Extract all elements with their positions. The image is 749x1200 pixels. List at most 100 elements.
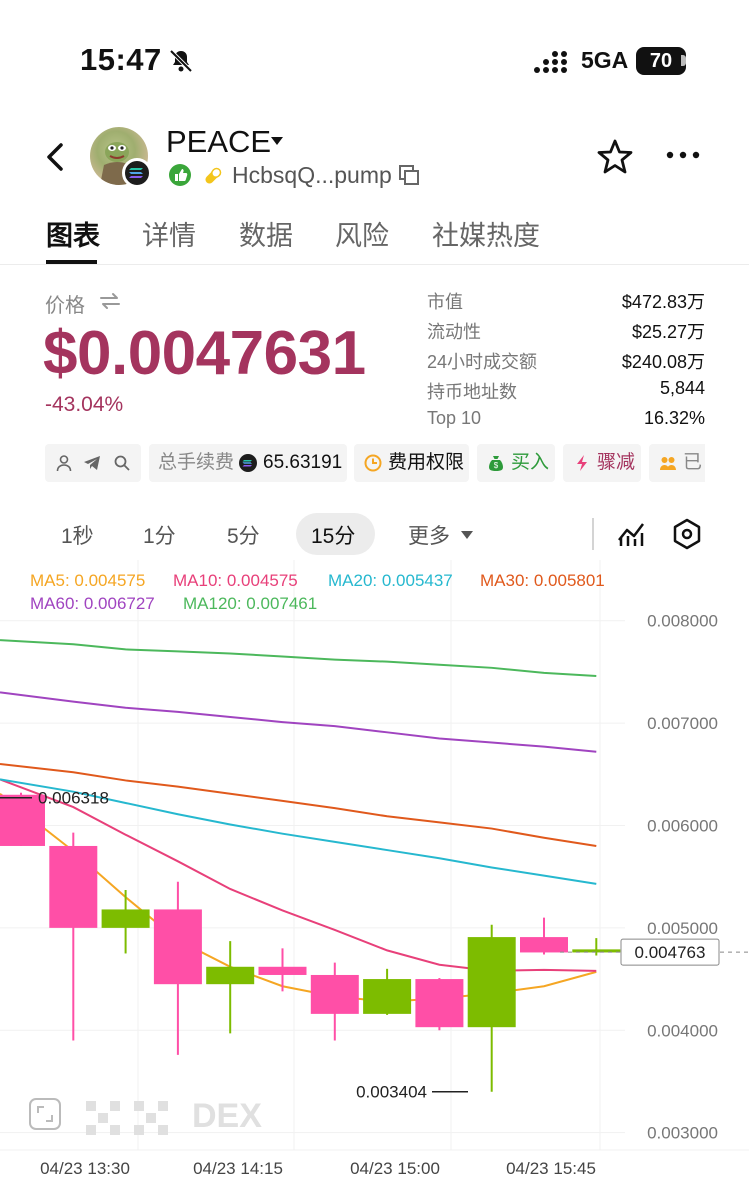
truncated-chip[interactable]: 已 <box>649 444 705 482</box>
fee-rights-chip[interactable]: 费用权限 <box>354 444 469 482</box>
low-annotation: 0.003404 <box>356 1083 427 1102</box>
sell-off-label: 骤减 <box>597 452 636 473</box>
buy-label: 买入 <box>511 452 550 473</box>
x-tick-label: 04/23 15:45 <box>506 1159 596 1178</box>
price-value: $0.0047631 <box>43 319 366 388</box>
tab-social-heat[interactable]: 社媒热度 <box>432 214 540 253</box>
fullscreen-corner <box>37 1106 44 1113</box>
dex-watermark: DEX <box>192 1097 262 1135</box>
y-tick-label: 0.006000 <box>647 816 718 835</box>
active-tab-indicator <box>46 260 97 264</box>
y-tick-label: 0.003000 <box>647 1124 718 1143</box>
candle-body <box>153 909 202 985</box>
user-icon[interactable] <box>55 454 73 472</box>
candle-body <box>467 937 516 1028</box>
interval-1s[interactable]: 1秒 <box>61 520 94 550</box>
social-links-chip[interactable] <box>45 444 141 482</box>
x-tick-label: 04/23 13:30 <box>40 1159 130 1178</box>
candle-body <box>415 979 464 1028</box>
search-icon[interactable] <box>113 454 131 472</box>
interval-5m[interactable]: 5分 <box>227 520 260 550</box>
candle-body <box>49 845 98 928</box>
fee-label: 总手续费 <box>158 452 235 473</box>
y-tick-label: 0.004000 <box>647 1021 718 1040</box>
candle-body <box>258 966 307 975</box>
price-change: -43.04% <box>45 393 124 416</box>
buy-chip[interactable]: $ 买入 <box>477 444 555 482</box>
stat-value: 5,844 <box>659 378 705 398</box>
candle-body <box>101 909 150 928</box>
interval-15m[interactable]: 15分 <box>311 520 355 550</box>
logo-block <box>146 1113 156 1123</box>
solana-chain-icon <box>122 158 152 188</box>
logo-block <box>110 1125 120 1135</box>
ma-line-ma120 <box>0 639 597 678</box>
fee-value: 65.63191 <box>263 452 343 473</box>
stats-panel: 市值 $472.83万 流动性 $25.27万 24小时成交额 $240.08万… <box>427 284 705 434</box>
logo-block <box>98 1113 108 1123</box>
truncated-label: 已 <box>683 452 703 473</box>
candle-body <box>206 966 255 985</box>
verified-thumbs-up-icon <box>169 164 191 186</box>
y-tick-label: 0.005000 <box>647 919 718 938</box>
indicators-icon[interactable] <box>616 518 646 548</box>
battery-cap <box>681 55 686 66</box>
battery-indicator: 70 <box>636 47 686 75</box>
tab-details[interactable]: 详情 <box>142 214 196 253</box>
okx-logo-watermark <box>86 1101 168 1135</box>
fee-rights-label: 费用权限 <box>388 452 465 473</box>
detail-tabs: 图表 详情 数据 风险 社媒热度 <box>0 205 749 265</box>
ma-legend-ma10: MA10: 0.004575 <box>173 571 298 590</box>
ma-line-ma60 <box>0 691 597 753</box>
more-options-icon[interactable] <box>665 148 701 162</box>
status-bar: 15:47 5GA 70 <box>0 0 749 120</box>
stat-row-holders: 持币地址数 5,844 <box>427 374 705 404</box>
action-chips: 总手续费 65.63191 费用权限 $ 买入 骤减 已 <box>45 444 705 482</box>
divider <box>592 518 594 550</box>
stat-value: $25.27万 <box>631 322 705 342</box>
price-label: 价格 <box>45 295 85 317</box>
back-arrow-icon[interactable] <box>40 140 70 174</box>
stat-value: 16.32% <box>643 408 705 428</box>
tab-chart[interactable]: 图表 <box>46 214 100 253</box>
copy-icon[interactable] <box>397 163 421 187</box>
y-tick-label: 0.008000 <box>647 612 718 631</box>
stat-value: $472.83万 <box>621 292 705 312</box>
fullscreen-frame <box>29 1098 61 1130</box>
bell-muted-icon <box>169 49 193 73</box>
svg-text:$: $ <box>494 461 499 470</box>
total-fee-chip[interactable]: 总手续费 65.63191 <box>149 444 347 482</box>
stat-row-top10: Top 10 16.32% <box>427 404 705 434</box>
stat-label: Top 10 <box>427 408 482 428</box>
fullscreen-corner <box>46 1115 53 1122</box>
current-price-label: 0.004763 <box>635 943 706 962</box>
telegram-icon[interactable] <box>83 454 101 472</box>
sell-off-chip[interactable]: 骤减 <box>563 444 641 482</box>
interval-1m[interactable]: 1分 <box>143 520 176 550</box>
y-tick-label: 0.007000 <box>647 714 718 733</box>
swap-icon[interactable] <box>99 292 121 310</box>
signal-icon <box>534 51 567 73</box>
pill-icon <box>205 167 222 184</box>
chevron-down-icon[interactable] <box>270 136 284 146</box>
money-bag-icon: $ <box>489 456 503 471</box>
stat-value: $240.08万 <box>621 352 705 372</box>
token-name[interactable]: PEACE <box>166 124 271 160</box>
favorite-star-icon[interactable] <box>596 138 634 176</box>
logo-block <box>158 1101 168 1111</box>
candlestick-chart[interactable]: MA5: 0.004575 MA10: 0.004575 MA20: 0.00543… <box>0 560 749 1200</box>
candle-body <box>310 974 359 1014</box>
fullscreen-icon[interactable] <box>29 1098 61 1130</box>
x-tick-label: 04/23 14:15 <box>193 1159 283 1178</box>
interval-more[interactable]: 更多 <box>408 520 450 550</box>
ma-legend-ma30: MA30: 0.005801 <box>480 571 605 590</box>
tab-risk[interactable]: 风险 <box>335 214 389 253</box>
logo-block <box>110 1101 120 1111</box>
logo-block <box>134 1101 144 1111</box>
settings-hexagon-icon[interactable] <box>672 518 702 550</box>
status-time: 15:47 <box>80 42 162 77</box>
chevron-down-icon[interactable] <box>460 530 474 540</box>
tab-data[interactable]: 数据 <box>239 214 293 253</box>
x-tick-label: 04/23 15:00 <box>350 1159 440 1178</box>
token-address: HcbsqQ...pump <box>232 162 392 188</box>
